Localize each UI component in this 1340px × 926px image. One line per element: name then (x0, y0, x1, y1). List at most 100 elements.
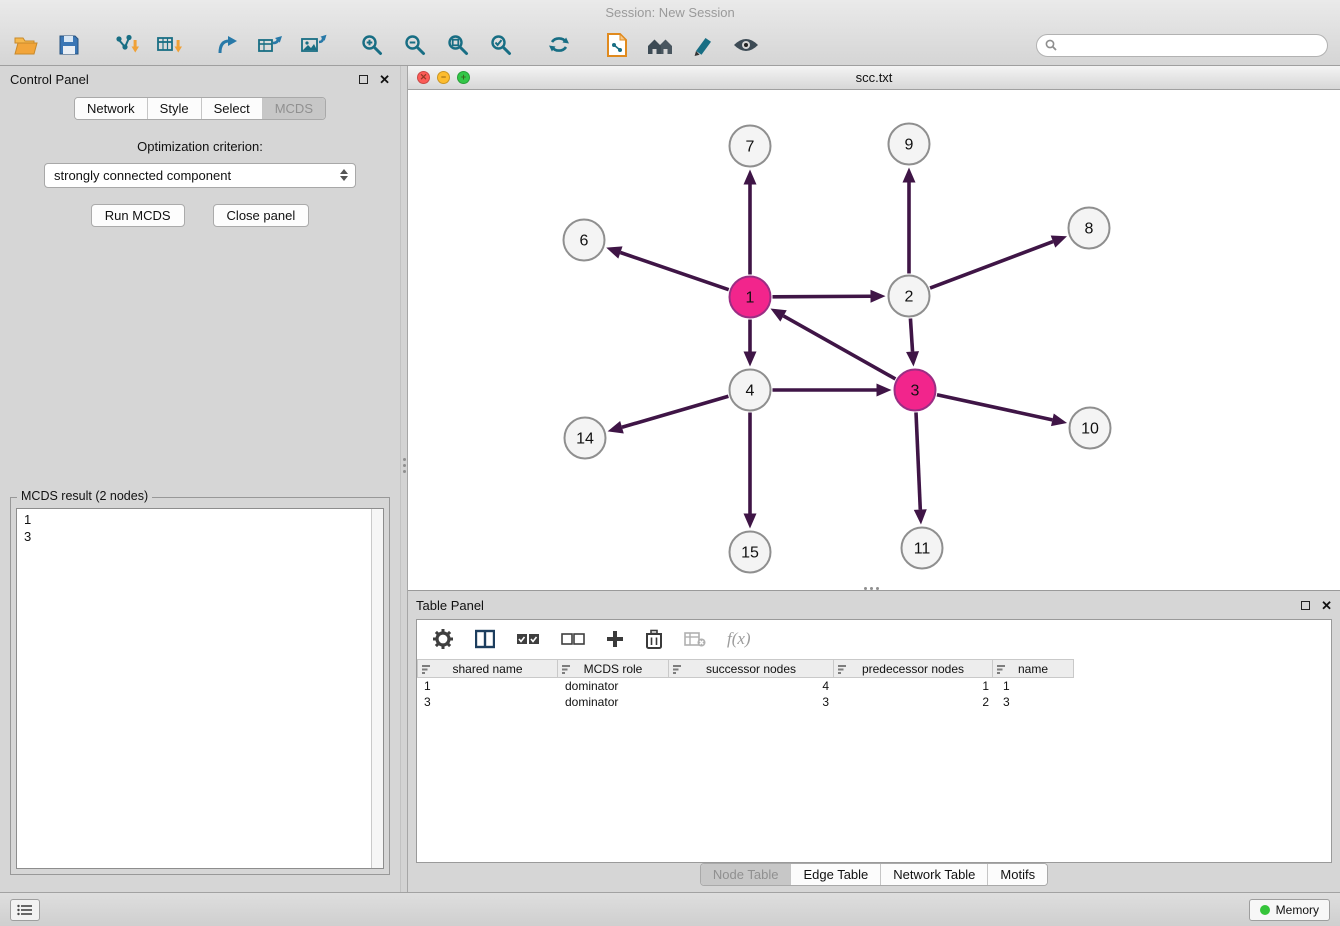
zoom-traffic-light-icon[interactable]: + (457, 71, 470, 84)
table-tab-motifs[interactable]: Motifs (987, 864, 1047, 885)
run-mcds-button[interactable]: Run MCDS (91, 204, 185, 227)
graph-node-1[interactable]: 1 (730, 277, 771, 318)
graph-edge-1-2[interactable] (772, 290, 885, 303)
zoom-selected-icon[interactable] (483, 29, 519, 61)
graph-node-11[interactable]: 11 (902, 528, 943, 569)
table-cell: 3 (670, 695, 836, 709)
save-session-icon[interactable] (51, 29, 87, 61)
close-table-panel-icon[interactable]: ✕ (1321, 599, 1332, 612)
delete-column-trash-icon[interactable] (645, 629, 663, 650)
graph-node-9[interactable]: 9 (889, 124, 930, 165)
control-panel-title: Control Panel (10, 72, 89, 87)
task-history-icon[interactable] (10, 899, 40, 921)
control-panel: Control Panel ✕ NetworkStyleSelectMCDS O… (0, 66, 400, 892)
optimization-criterion-select[interactable]: strongly connected component (44, 163, 356, 188)
first-neighbors-icon[interactable] (642, 29, 678, 61)
tab-network[interactable]: Network (75, 98, 147, 119)
optimization-criterion-value: strongly connected component (54, 168, 231, 183)
graph-edge-1-7[interactable] (744, 170, 757, 275)
show-columns-icon[interactable] (475, 629, 495, 649)
graph-edge-3-1[interactable] (770, 309, 895, 379)
network-graph-svg[interactable]: 7 9 6 8 1 2 4 3 14 10 15 11 (408, 90, 1338, 591)
column-header-name[interactable]: name (992, 659, 1074, 678)
zoom-fit-icon[interactable] (440, 29, 476, 61)
graph-node-10[interactable]: 10 (1070, 408, 1111, 449)
export-image-icon[interactable] (296, 29, 332, 61)
column-header-shared-name[interactable]: shared name (417, 659, 558, 678)
memory-button[interactable]: Memory (1249, 899, 1330, 921)
export-table-icon[interactable] (253, 29, 289, 61)
table-tab-node-table[interactable]: Node Table (701, 864, 791, 885)
sort-icon (562, 665, 571, 675)
sort-icon (422, 665, 431, 675)
mcds-result-groupbox: MCDS result (2 nodes) 1 3 (10, 497, 390, 875)
panel-splitter[interactable] (400, 66, 408, 892)
table-cell: 1 (836, 679, 996, 693)
open-session-icon[interactable] (8, 29, 44, 61)
graph-node-4[interactable]: 4 (730, 370, 771, 411)
export-network-icon[interactable] (210, 29, 246, 61)
graph-node-14[interactable]: 14 (565, 418, 606, 459)
tab-select[interactable]: Select (201, 98, 262, 119)
graph-edge-1-4[interactable] (744, 320, 757, 367)
svg-text:15: 15 (741, 545, 759, 562)
network-canvas[interactable]: 7 9 6 8 1 2 4 3 14 10 15 11 (408, 90, 1340, 590)
optimization-criterion-label: Optimization criterion: (0, 139, 400, 154)
close-traffic-light-icon[interactable]: ✕ (417, 71, 430, 84)
graph-node-3[interactable]: 3 (895, 370, 936, 411)
column-header-MCDS-role[interactable]: MCDS role (557, 659, 669, 678)
import-network-icon[interactable] (109, 29, 145, 61)
graph-edge-1-6[interactable] (606, 246, 728, 289)
graph-node-8[interactable]: 8 (1069, 208, 1110, 249)
tab-style[interactable]: Style (147, 98, 201, 119)
table-tab-network-table[interactable]: Network Table (880, 864, 987, 885)
svg-text:14: 14 (576, 431, 594, 448)
clone-network-icon[interactable] (599, 29, 635, 61)
result-scrollbar[interactable] (371, 509, 383, 868)
graph-edge-3-11[interactable] (914, 412, 927, 524)
float-table-panel-icon[interactable] (1301, 601, 1310, 610)
mcds-result-list[interactable]: 1 3 (16, 508, 384, 869)
zoom-in-icon[interactable] (354, 29, 390, 61)
table-row[interactable]: 1dominator411 (417, 678, 1331, 694)
table-tab-edge-table[interactable]: Edge Table (790, 864, 880, 885)
style-pen-icon[interactable] (685, 29, 721, 61)
search-field[interactable] (1036, 34, 1328, 57)
column-header-successor-nodes[interactable]: successor nodes (668, 659, 834, 678)
graph-edge-2-9[interactable] (903, 168, 916, 274)
graph-edge-4-3[interactable] (773, 384, 892, 397)
graph-edge-2-3[interactable] (906, 318, 919, 366)
float-panel-icon[interactable] (359, 75, 368, 84)
table-settings-gear-icon[interactable] (432, 628, 454, 650)
svg-text:11: 11 (914, 541, 931, 558)
minimize-traffic-light-icon[interactable]: − (437, 71, 450, 84)
graph-node-6[interactable]: 6 (564, 220, 605, 261)
tab-mcds[interactable]: MCDS (262, 98, 325, 119)
graph-edge-4-15[interactable] (744, 413, 757, 529)
add-column-icon[interactable] (606, 630, 624, 648)
graph-node-2[interactable]: 2 (889, 276, 930, 317)
import-table-icon[interactable] (152, 29, 188, 61)
vertical-resize-handle[interactable] (864, 587, 879, 590)
graph-edge-2-8[interactable] (930, 236, 1067, 289)
graph-node-7[interactable]: 7 (730, 126, 771, 167)
table-cell: 1 (996, 679, 1078, 693)
network-window-title: scc.txt (856, 70, 893, 85)
graph-edge-4-14[interactable] (608, 396, 729, 433)
column-header-predecessor-nodes[interactable]: predecessor nodes (833, 659, 993, 678)
svg-text:9: 9 (905, 137, 914, 154)
select-all-columns-icon[interactable] (516, 632, 540, 647)
node-table-body: 1dominator4113dominator323 (417, 678, 1331, 862)
graph-node-15[interactable]: 15 (730, 532, 771, 573)
close-panel-button[interactable]: Close panel (213, 204, 310, 227)
search-icon (1045, 39, 1057, 51)
zoom-out-icon[interactable] (397, 29, 433, 61)
deselect-all-columns-icon[interactable] (561, 632, 585, 647)
search-input[interactable] (1063, 37, 1319, 53)
show-hide-details-eye-icon[interactable] (728, 29, 764, 61)
svg-text:8: 8 (1085, 221, 1094, 238)
refresh-icon[interactable] (541, 29, 577, 61)
close-panel-icon[interactable]: ✕ (379, 73, 390, 86)
graph-edge-3-10[interactable] (937, 395, 1067, 426)
table-row[interactable]: 3dominator323 (417, 694, 1331, 710)
